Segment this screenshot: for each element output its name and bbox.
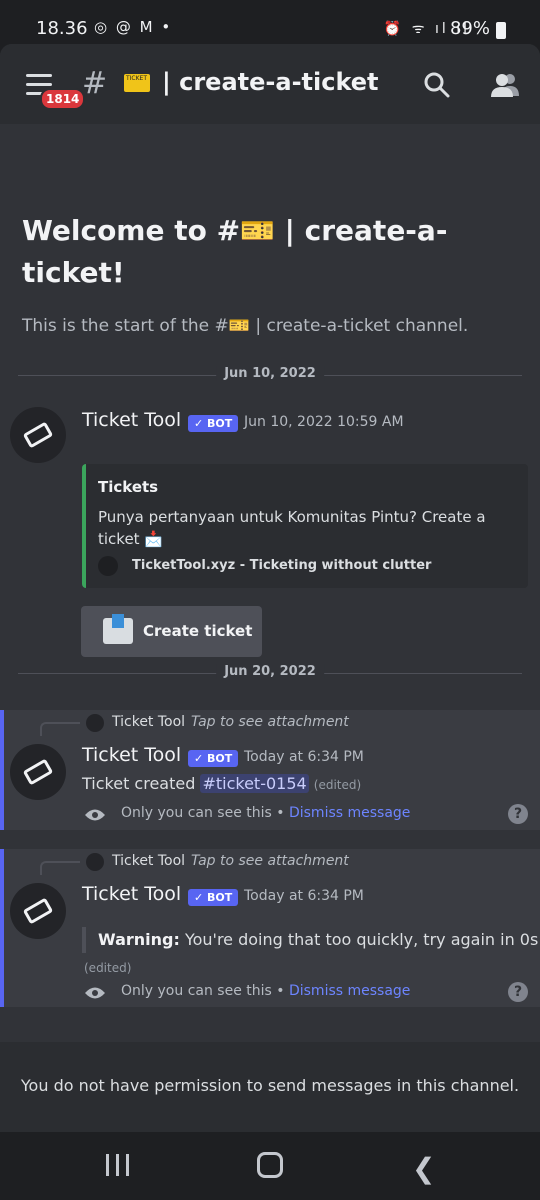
no-permission-text: You do not have permission to send messa… xyxy=(20,1076,520,1095)
envelope-icon xyxy=(103,614,133,644)
edited-label: (edited) xyxy=(313,778,362,792)
warning-label: Warning: xyxy=(98,930,180,949)
date-divider: Jun 20, 2022 xyxy=(18,664,522,679)
channel-mention[interactable]: #ticket-0154 xyxy=(200,774,309,793)
create-ticket-label: Create ticket xyxy=(143,622,253,640)
ticket-embed: Tickets Punya pertanyaan untuk Komunitas… xyxy=(82,464,528,588)
message-author[interactable]: Ticket Tool xyxy=(82,744,181,766)
message-content: Ticket created #ticket-0154 (edited) xyxy=(82,774,361,793)
ticket-emoji-icon: TICKET xyxy=(124,74,150,92)
ephemeral-message: Ticket Tool Tap to see attachment Ticket… xyxy=(0,849,540,1007)
unread-badge: 1814 xyxy=(40,88,86,110)
edited-label: (edited) xyxy=(84,961,132,975)
dismiss-message-link[interactable]: Dismiss message xyxy=(289,983,410,999)
bot-tag: ✓ BOT xyxy=(188,889,239,906)
message-timestamp: Jun 10, 2022 10:59 AM xyxy=(244,414,404,430)
reply-hint[interactable]: Tap to see attachment xyxy=(191,853,349,869)
battery-percent: 89% xyxy=(449,18,490,39)
reply-connector xyxy=(40,722,80,736)
back-icon[interactable]: ❮ xyxy=(412,1152,435,1185)
ticket-tool-icon xyxy=(98,556,118,576)
message-timestamp: Today at 6:34 PM xyxy=(244,888,364,904)
search-icon[interactable] xyxy=(424,72,450,98)
home-icon[interactable] xyxy=(257,1152,283,1178)
eye-icon xyxy=(85,987,105,999)
create-ticket-button[interactable]: Create ticket xyxy=(81,606,262,657)
date-divider: Jun 10, 2022 xyxy=(18,366,522,381)
embed-title: Tickets xyxy=(98,478,159,496)
members-icon[interactable] xyxy=(490,72,520,98)
hash-icon: # xyxy=(82,66,108,101)
reply-avatar-icon xyxy=(86,853,104,871)
reply-author[interactable]: Ticket Tool xyxy=(112,714,185,730)
battery-icon xyxy=(496,22,506,39)
notification-icons: ◎ @ M • xyxy=(94,18,173,36)
ephemeral-notice: Only you can see this • Dismiss message xyxy=(121,805,410,821)
status-time: 18.36 xyxy=(36,18,88,39)
only-you-text: Only you can see this • xyxy=(121,805,289,821)
reply-avatar-icon xyxy=(86,714,104,732)
message-author[interactable]: Ticket Tool xyxy=(82,409,181,431)
message-timestamp: Today at 6:34 PM xyxy=(244,749,364,765)
message-text: Ticket created xyxy=(82,774,201,793)
avatar[interactable] xyxy=(10,883,66,939)
channel-title[interactable]: | create-a-ticket xyxy=(162,68,379,96)
embed-footer: TicketTool.xyz - Ticketing without clutt… xyxy=(132,558,432,573)
status-bar: 18.36 ◎ @ M • ⏰ ᯤ ıl ıl 89% xyxy=(0,0,540,44)
date-divider-label: Jun 20, 2022 xyxy=(216,664,324,679)
help-icon[interactable]: ? xyxy=(508,982,528,1002)
eye-icon xyxy=(85,809,105,821)
ephemeral-message: Ticket Tool Tap to see attachment Ticket… xyxy=(0,710,540,830)
dismiss-message-link[interactable]: Dismiss message xyxy=(289,805,410,821)
warning-text: You're doing that too quickly, try again… xyxy=(179,930,539,949)
discord-channel-view: 1814 # TICKET | create-a-ticket Welcome … xyxy=(0,44,540,1132)
embed-description: Punya pertanyaan untuk Komunitas Pintu? … xyxy=(98,508,486,548)
no-permission-bar: You do not have permission to send messa… xyxy=(0,1042,540,1132)
bot-tag: ✓ BOT xyxy=(188,415,239,432)
ephemeral-notice: Only you can see this • Dismiss message xyxy=(121,983,410,999)
system-nav-bar: ❮ xyxy=(0,1132,540,1200)
message-author[interactable]: Ticket Tool xyxy=(82,883,181,905)
recent-apps-icon[interactable] xyxy=(106,1154,130,1176)
avatar[interactable] xyxy=(10,407,66,463)
warning-quote: Warning: You're doing that too quickly, … xyxy=(82,927,538,953)
reply-author[interactable]: Ticket Tool xyxy=(112,853,185,869)
avatar[interactable] xyxy=(10,744,66,800)
reply-hint[interactable]: Tap to see attachment xyxy=(191,714,349,730)
only-you-text: Only you can see this • xyxy=(121,983,289,999)
bot-tag: ✓ BOT xyxy=(188,750,239,767)
welcome-title: Welcome to #🎫 | create-a-ticket! xyxy=(22,214,448,289)
welcome-subtitle: This is the start of the #🎫 | create-a-t… xyxy=(22,316,469,336)
help-icon[interactable]: ? xyxy=(508,804,528,824)
date-divider-label: Jun 10, 2022 xyxy=(216,366,324,381)
channel-header: 1814 # TICKET | create-a-ticket xyxy=(0,44,540,124)
reply-connector xyxy=(40,861,80,875)
